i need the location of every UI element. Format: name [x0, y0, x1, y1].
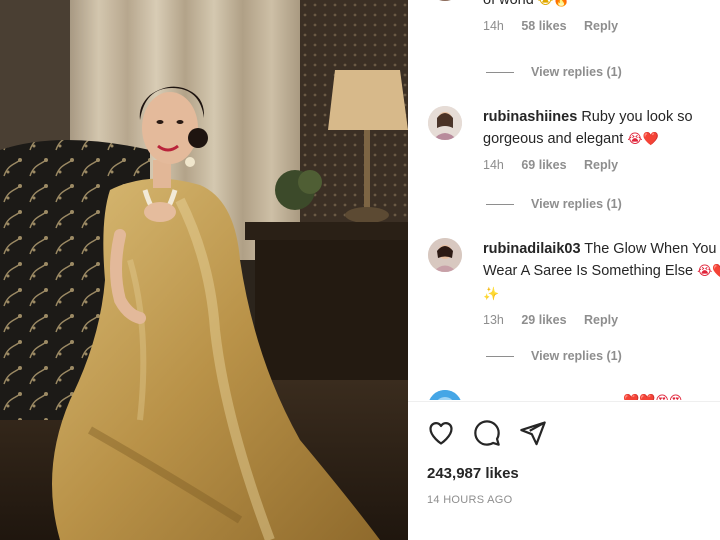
section-divider: [408, 401, 720, 402]
comment-time: 13h: [483, 313, 504, 327]
comment-text-block: ❤️❤️😍😍: [483, 390, 720, 400]
comments-list[interactable]: of world 😭🔥 14h 58 likes Reply View repl…: [408, 0, 720, 400]
comment-likes[interactable]: 58 likes: [521, 19, 566, 33]
comment-meta: 14h 58 likes Reply: [483, 19, 720, 33]
view-replies-button[interactable]: View replies (1): [486, 197, 622, 211]
replies-line-divider: [486, 71, 514, 73]
reply-button[interactable]: Reply: [584, 19, 618, 33]
emoji-text: 😭🔥: [537, 0, 570, 8]
like-button[interactable]: [426, 418, 456, 448]
comment-button[interactable]: [472, 418, 502, 448]
comment-time: 14h: [483, 19, 504, 33]
emoji-text: ❤️❤️😍😍: [483, 394, 682, 400]
view-replies-label: View replies (1): [531, 197, 622, 211]
comment-avatar[interactable]: [428, 238, 462, 272]
comment-avatar[interactable]: [428, 0, 462, 1]
comment-bubble-icon: [474, 420, 500, 446]
reply-button[interactable]: Reply: [584, 313, 618, 327]
comment-time: 14h: [483, 158, 504, 172]
saree-portrait-image: [0, 0, 408, 540]
comments-panel: of world 😭🔥 14h 58 likes Reply View repl…: [408, 0, 720, 540]
view-replies-label: View replies (1): [531, 65, 622, 79]
comment-text: of world: [483, 0, 534, 8]
post-likes-count[interactable]: 243,987 likes: [427, 465, 519, 482]
post-photo[interactable]: [0, 0, 408, 540]
comment-avatar[interactable]: [428, 390, 462, 400]
comment-meta: 13h 29 likes Reply: [483, 313, 720, 327]
comment-username[interactable]: rubinashiines: [483, 109, 577, 125]
comment-likes[interactable]: 69 likes: [521, 158, 566, 172]
post-actions-bar: [426, 418, 548, 448]
replies-line-divider: [486, 203, 514, 205]
paper-plane-icon: [520, 421, 546, 446]
reply-button[interactable]: Reply: [584, 158, 618, 172]
emoji-text: 😭❤️: [627, 132, 659, 147]
comment-avatar[interactable]: [428, 106, 462, 140]
comment-username[interactable]: rubinadilaik03: [483, 241, 581, 257]
view-replies-label: View replies (1): [531, 349, 622, 363]
comment-text-block: rubinashiines Ruby you look so gorgeous …: [483, 106, 720, 151]
comment-meta: 14h 69 likes Reply: [483, 158, 720, 172]
comment-text-block: rubinadilaik03 The Glow When You Wear A …: [483, 238, 720, 306]
heart-outline-icon: [429, 421, 453, 445]
view-replies-button[interactable]: View replies (1): [486, 65, 622, 79]
replies-line-divider: [486, 355, 514, 357]
share-button[interactable]: [518, 418, 548, 448]
view-replies-button[interactable]: View replies (1): [486, 349, 622, 363]
comment-text-block: of world 😭🔥: [483, 0, 720, 12]
post-timestamp: 14 HOURS AGO: [427, 494, 513, 506]
comment-likes[interactable]: 29 likes: [521, 313, 566, 327]
